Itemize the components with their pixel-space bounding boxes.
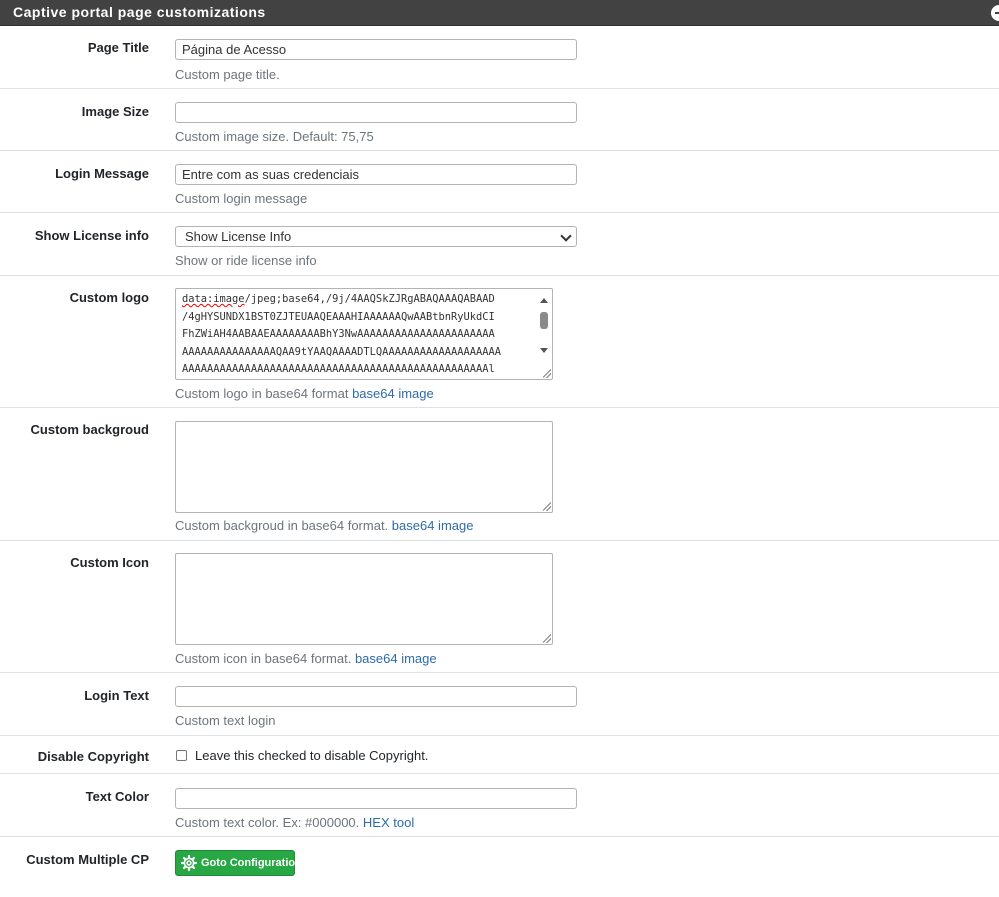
page-title-input[interactable] (175, 39, 577, 60)
custom-icon-link[interactable]: base64 image (355, 651, 437, 666)
custom-icon-label: Custom Icon (70, 555, 149, 570)
custom-background-row: Custom backgroud Custom backgroud in bas… (0, 408, 999, 541)
disable-copyright-checkbox[interactable] (176, 750, 187, 761)
custom-multiple-cp-label: Custom Multiple CP (26, 852, 149, 867)
disable-copyright-row: Disable Copyright Leave this checked to … (0, 736, 999, 774)
login-text-label: Login Text (84, 688, 149, 703)
collapse-icon[interactable] (991, 5, 999, 21)
text-color-input[interactable] (175, 788, 577, 809)
panel-title: Captive portal page customizations (13, 4, 266, 20)
page-title-row: Page Title Custom page title. (0, 26, 999, 89)
custom-logo-content: data:image/jpeg;base64,/9j/4AAQSkZJRgABA… (182, 291, 530, 378)
logo-line-4: AAAAAAAAAAAAAAAQAA9tYAAQAAAADTLQAAAAAAAA… (182, 345, 502, 358)
custom-background-textarea[interactable] (175, 421, 553, 513)
page-title-label: Page Title (87, 40, 149, 55)
show-license-selected: Show License Info (185, 229, 292, 244)
scroll-down-arrow-icon[interactable] (540, 348, 548, 353)
logo-line-1: data:image/jpeg;base64,/9j/4AAQSkZJRgABA… (182, 293, 495, 305)
login-message-input[interactable] (175, 164, 577, 185)
custom-background-help: Custom backgroud in base64 format. base6… (175, 518, 474, 533)
gear-icon (181, 855, 197, 871)
custom-icon-textarea[interactable] (175, 553, 553, 645)
custom-logo-row: Custom logo data:image/jpeg;base64,/9j/4… (0, 276, 999, 408)
login-message-row: Login Message Custom login message (0, 151, 999, 213)
image-size-input[interactable] (175, 102, 577, 123)
disable-copyright-label: Disable Copyright (37, 749, 149, 764)
custom-background-link[interactable]: base64 image (392, 518, 474, 533)
textarea-scrollbar[interactable] (537, 290, 551, 378)
image-size-label: Image Size (81, 104, 149, 119)
logo-line-3: FhZWiAH4AABAAEAAAAAAAABhY3NwAAAAAAAAAAAA… (182, 328, 495, 340)
resize-handle-icon[interactable] (542, 369, 551, 378)
image-size-help: Custom image size. Default: 75,75 (175, 129, 374, 144)
custom-logo-label: Custom logo (69, 290, 149, 305)
goto-configuration-button[interactable]: Goto Configuration (175, 850, 302, 876)
custom-multiple-cp-row: Custom Multiple CP Goto Configuration (0, 837, 999, 897)
logo-line-5: AAAAAAAAAAAAAAAAAAAAAAAAAAAAAAAAAAAAAAAA… (182, 363, 495, 375)
text-color-row: Text Color Custom text color. Ex: #00000… (0, 774, 999, 837)
login-text-input[interactable] (175, 686, 577, 707)
show-license-row: Show License info Show License Info Show… (0, 213, 999, 276)
text-color-help: Custom text color. Ex: #000000. HEX tool (175, 815, 415, 830)
login-message-label: Login Message (55, 166, 149, 181)
disable-copyright-checkbox-label: Leave this checked to disable Copyright. (195, 748, 429, 763)
goto-configuration-label: Goto Configuration (201, 857, 302, 869)
custom-background-label: Custom backgroud (30, 422, 149, 437)
scroll-thumb[interactable] (540, 312, 548, 329)
image-size-row: Image Size Custom image size. Default: 7… (0, 89, 999, 151)
custom-icon-row: Custom Icon Custom icon in base64 format… (0, 541, 999, 673)
scroll-up-arrow-icon[interactable] (540, 298, 548, 303)
show-license-help: Show or ride license info (175, 253, 317, 268)
resize-handle-icon[interactable] (542, 634, 551, 643)
page-title-help: Custom page title. (175, 67, 280, 82)
chevron-down-icon (560, 230, 572, 242)
resize-handle-icon[interactable] (542, 502, 551, 511)
custom-logo-help: Custom logo in base64 format base64 imag… (175, 386, 434, 401)
custom-icon-help: Custom icon in base64 format. base64 ima… (175, 651, 437, 666)
login-message-help: Custom login message (175, 191, 308, 206)
panel-header: Captive portal page customizations (0, 0, 999, 26)
custom-logo-textarea[interactable]: data:image/jpeg;base64,/9j/4AAQSkZJRgABA… (175, 288, 553, 380)
show-license-select[interactable]: Show License Info (175, 226, 577, 247)
text-color-label: Text Color (85, 789, 149, 804)
hex-tool-link[interactable]: HEX tool (363, 815, 414, 830)
login-text-help: Custom text login (175, 713, 276, 728)
logo-line-2: /4gHYSUNDX1BST0ZJTEUAAQEAAAHIAAAAAAQwAAB… (182, 310, 495, 323)
show-license-label: Show License info (34, 228, 149, 243)
custom-logo-link[interactable]: base64 image (352, 386, 434, 401)
login-text-row: Login Text Custom text login (0, 673, 999, 736)
